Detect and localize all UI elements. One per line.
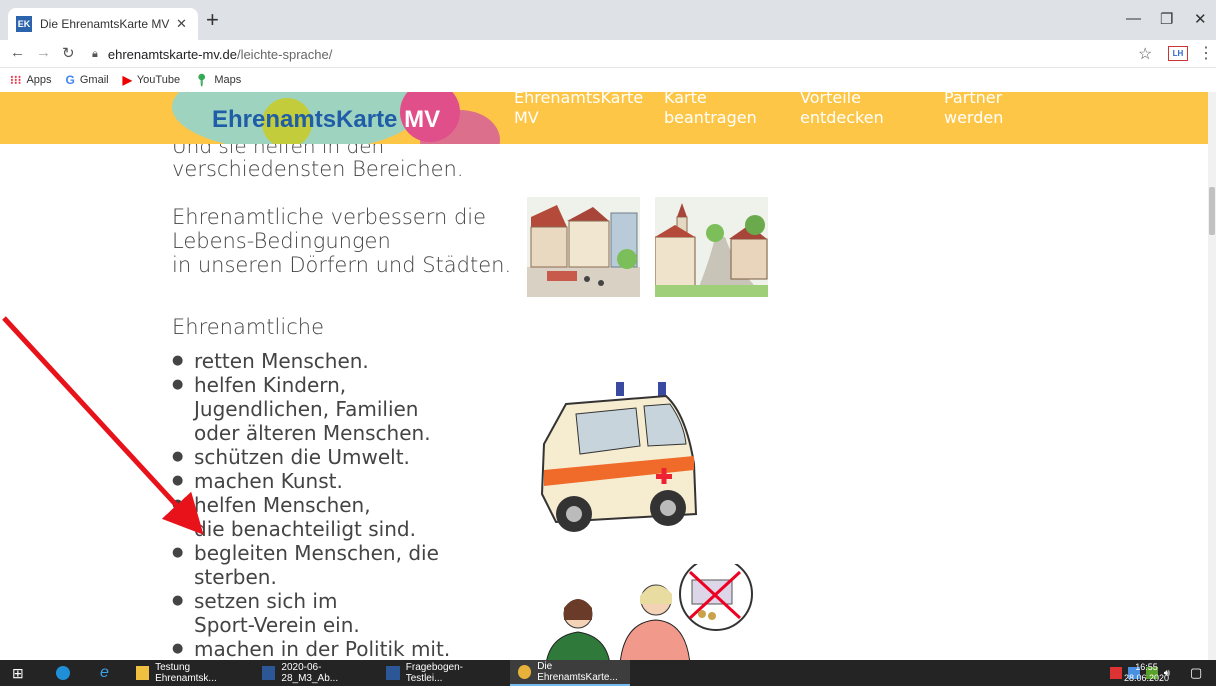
nav-ehrenamtskarte[interactable]: EhrenamtsKarte MV [514,92,643,128]
new-tab-button[interactable]: + [206,9,219,31]
taskbar-clock[interactable]: 16:55 28.06.2020 [1124,662,1169,684]
bookmark-star-icon[interactable]: ☆ [1138,44,1152,64]
minimize-window-icon[interactable]: — [1126,10,1141,27]
ie-icon[interactable]: e [100,660,109,686]
browser-tab-strip: EK Die EhrenamtsKarte MV ✕ + — ❐ ✕ [0,0,1216,40]
reload-icon[interactable]: ↻ [62,44,75,62]
address-bar[interactable]: 🔒︎ ehrenamtskarte-mv.de/leichte-sprache/ [92,43,1132,65]
notifications-icon[interactable]: ▢ [1190,660,1202,686]
list-item: schützen die Umwelt. [172,445,450,469]
page-content: Und sie helfen in den verschiedensten Be… [0,134,1208,660]
google-icon: G [65,73,75,87]
list-item: begleiten Menschen, diesterben. [172,541,450,589]
list-item: machen Kunst. [172,469,450,493]
tray-app-icon[interactable] [1109,667,1122,679]
bookmark-youtube[interactable]: ▶ YouTube [123,73,180,87]
windows-start-icon[interactable]: ⊞ [12,660,24,686]
list-item: helfen Menschen,die benachteiligt sind. [172,493,450,541]
town-square-illustration [527,197,640,297]
scrollbar-thumb[interactable] [1209,187,1215,235]
word-icon [386,666,400,680]
taskbar-item-folder[interactable]: Testung Ehrenamtsk... [136,660,248,686]
bookmark-maps[interactable]: 📍︎ Maps [194,73,241,87]
village-street-illustration [655,197,768,297]
list-item: helfen Kindern,Jugendlichen, Familienode… [172,373,450,445]
nav-vorteile-entdecken[interactable]: Vorteile entdecken [800,92,884,128]
taskbar-item-chrome[interactable]: Die EhrenamtsKarte... [510,660,630,686]
bookmarks-bar: ⁝⁝⁝ Apps G Gmail ▶ YouTube 📍︎ Maps [0,68,1216,92]
taskbar-item-word-2[interactable]: Fragebogen-Testlei... [386,660,498,686]
windows-taskbar: ⊞ e Testung Ehrenamtsk... 2020-06-28_M3_… [0,660,1216,686]
extension-icon[interactable]: LH [1168,46,1188,61]
site-header: EhrenamtsKarte MV EhrenamtsKarte MV Karte… [0,92,1208,144]
forward-arrow-icon[interactable]: → [36,44,51,61]
bookmark-apps[interactable]: ⁝⁝⁝ Apps [10,73,52,87]
list-item: setzen sich imSport-Verein ein. [172,589,450,637]
ambulance-illustration [540,382,698,532]
text-bereichen: verschiedensten Bereichen. [172,157,464,181]
helping-people-illustration [546,564,753,660]
edge-icon[interactable] [56,660,76,686]
volunteer-activities-list: retten Menschen. helfen Kindern,Jugendli… [172,349,450,660]
maps-icon: 📍︎ [194,73,210,87]
bookmark-gmail[interactable]: G Gmail [66,73,109,87]
browser-tab[interactable]: EK Die EhrenamtsKarte MV ✕ [8,8,198,40]
lock-icon: 🔒︎ [92,47,98,60]
site-favicon-icon: EK [16,16,32,32]
taskbar-item-word-1[interactable]: 2020-06-28_M3_Ab... [262,660,374,686]
apps-icon: ⁝⁝⁝ [10,73,22,87]
chrome-icon [518,665,532,679]
tab-title: Die EhrenamtsKarte MV [40,17,170,31]
youtube-icon: ▶ [122,73,132,87]
folder-icon [136,666,150,680]
list-item: machen in der Politik mit. [172,637,450,660]
chrome-menu-icon[interactable]: ⋮ [1198,43,1214,63]
nav-partner-werden[interactable]: Partner werden [944,92,1003,128]
browser-toolbar: ← → ↻ 🔒︎ ehrenamtskarte-mv.de/leichte-sp… [0,40,1216,68]
restore-window-icon[interactable]: ❐ [1160,10,1173,28]
list-heading: Ehrenamtliche [172,315,324,339]
para-line-1: Ehrenamtliche verbessern die [172,205,487,229]
site-logo[interactable]: EhrenamtsKarte MV [212,106,440,134]
close-window-icon[interactable]: ✕ [1194,10,1207,28]
page-scrollbar[interactable] [1208,92,1216,660]
para-line-2: Lebens-Bedingungen [172,229,391,253]
tab-close-icon[interactable]: ✕ [176,16,187,32]
back-arrow-icon[interactable]: ← [10,44,25,61]
url-text: ehrenamtskarte-mv.de/leichte-sprache/ [107,46,333,62]
word-icon [262,666,276,680]
nav-karte-beantragen[interactable]: Karte beantragen [664,92,757,128]
para-line-3: in unseren Dörfern und Städten. [172,253,512,277]
list-item: retten Menschen. [172,349,450,373]
page-viewport: Und sie helfen in den verschiedensten Be… [0,92,1208,660]
